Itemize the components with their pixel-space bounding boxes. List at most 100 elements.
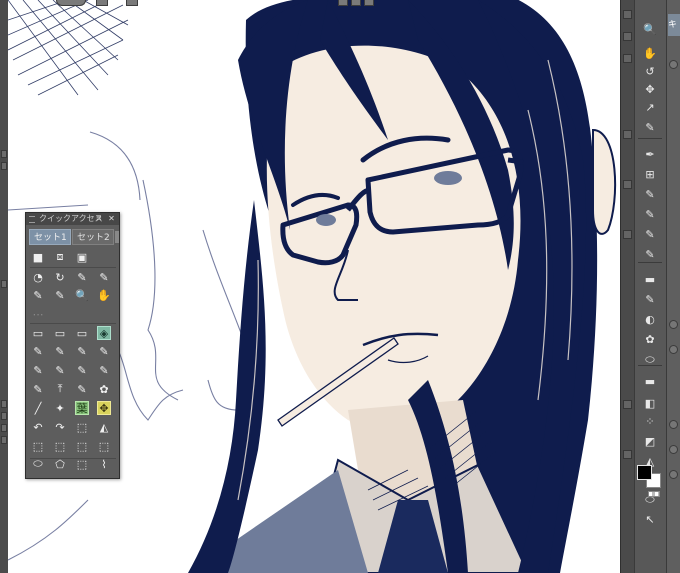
toolbar-button[interactable] xyxy=(338,0,348,6)
quick-access-tool-icon[interactable]: ✋ xyxy=(97,288,111,302)
tool-icon[interactable]: ✎ xyxy=(639,185,661,205)
dock-toggle-icon[interactable] xyxy=(1,150,7,158)
tool-icon[interactable]: ↺ xyxy=(639,62,661,82)
tool-icon[interactable]: ✒ xyxy=(639,145,661,165)
quick-access-tool-icon[interactable]: ⬚ xyxy=(75,457,89,471)
quick-access-tool-icon[interactable]: ✎ xyxy=(97,363,111,377)
quick-access-tool-icon[interactable]: ▭ xyxy=(53,326,67,340)
quick-access-tool-icon[interactable]: ▭ xyxy=(31,326,45,340)
panel-toggle-icon[interactable] xyxy=(669,60,678,69)
quick-access-tool-icon[interactable]: ✥ xyxy=(97,401,111,415)
dock-toggle-icon[interactable] xyxy=(1,436,7,444)
toolbar-button[interactable] xyxy=(56,0,86,6)
dock-toggle-icon[interactable] xyxy=(1,412,7,420)
quick-access-tool-icon[interactable]: ⬚ xyxy=(53,439,67,453)
quick-access-tool-icon[interactable]: ◭ xyxy=(97,420,111,434)
quick-access-tool-icon[interactable]: ✎ xyxy=(75,270,89,284)
quick-access-tool-icon[interactable]: ✎ xyxy=(75,382,89,396)
panel-toggle-icon[interactable] xyxy=(669,470,678,479)
dock-toggle-icon[interactable] xyxy=(1,280,7,288)
dock-toggle-icon[interactable] xyxy=(1,162,7,170)
quick-access-tool-icon[interactable]: 葉 xyxy=(75,401,89,415)
quick-access-tool-icon[interactable]: ↶ xyxy=(31,420,45,434)
panel-toggle-icon[interactable] xyxy=(669,320,678,329)
quick-access-tool-icon[interactable]: ⬭ xyxy=(31,457,45,471)
tool-icon[interactable]: ✎ xyxy=(639,118,661,138)
tool-icon[interactable]: ▬ xyxy=(639,372,661,392)
tool-icon[interactable]: ↗ xyxy=(639,98,661,118)
dock-toggle-icon[interactable] xyxy=(1,424,7,432)
tool-icon[interactable]: ⊞ xyxy=(639,165,661,185)
tab-set-2[interactable]: セット2 xyxy=(72,229,114,245)
quick-access-tool-icon[interactable]: ◔ xyxy=(31,270,45,284)
palette-titlebar[interactable]: クイックアクセス ≡ ✕ xyxy=(26,213,119,225)
toolbar-button[interactable] xyxy=(126,0,138,6)
tool-icon[interactable]: ↖ xyxy=(639,510,661,530)
quick-access-tool-icon[interactable]: ■ xyxy=(31,250,45,264)
close-icon[interactable]: ✕ xyxy=(107,215,116,223)
quick-access-tool-icon[interactable]: ⬚ xyxy=(31,439,45,453)
quick-access-tool-icon[interactable]: ⬠ xyxy=(53,457,67,471)
grip-icon[interactable] xyxy=(29,216,35,223)
quick-access-tool-icon[interactable]: ⌇ xyxy=(97,457,111,471)
quick-access-tool-icon[interactable]: ✎ xyxy=(53,344,67,358)
panel-toggle-icon[interactable] xyxy=(669,445,678,454)
menu-icon[interactable]: ≡ xyxy=(96,215,104,222)
quick-access-tool-icon[interactable]: ⬚ xyxy=(97,439,111,453)
dock-toggle-icon[interactable] xyxy=(623,130,632,139)
quick-access-tool-icon[interactable]: ⬚ xyxy=(75,439,89,453)
tool-icon[interactable]: ✋ xyxy=(639,44,661,64)
tool-icon[interactable]: ✿ xyxy=(639,330,661,350)
transparent-color-swatch[interactable] xyxy=(648,491,660,497)
panel-tab[interactable]: キャ xyxy=(668,14,680,36)
quick-access-tool-icon[interactable]: ↻ xyxy=(53,270,67,284)
tool-icon[interactable]: ▬ xyxy=(639,270,661,290)
tool-icon[interactable]: 🔍 xyxy=(639,20,661,40)
quick-access-tool-icon[interactable]: ▣ xyxy=(75,250,89,264)
tool-icon[interactable]: ✎ xyxy=(639,290,661,310)
tool-icon[interactable]: ✎ xyxy=(639,225,661,245)
quick-access-tool-icon[interactable]: ✎ xyxy=(31,363,45,377)
dock-toggle-icon[interactable] xyxy=(623,54,632,63)
quick-access-tool-icon[interactable]: ✎ xyxy=(97,270,111,284)
tool-icon[interactable]: ⬭ xyxy=(639,350,661,370)
quick-access-palette[interactable]: クイックアクセス ≡ ✕ セット1 セット2 ■ ⧈ ▣ ◔ ↻ ✎ ✎ ✎ ✎ 🔍 ✋ ⋯ ▭ ▭ ▭ ◈ ✎… xyxy=(25,212,120,479)
quick-access-tool-icon[interactable]: ✎ xyxy=(53,363,67,377)
quick-access-tool-icon[interactable]: ✎ xyxy=(75,363,89,377)
tool-icon[interactable]: ◐ xyxy=(639,310,661,330)
tool-icon[interactable]: ⁘ xyxy=(639,412,661,432)
tab-set-1[interactable]: セット1 xyxy=(29,229,71,245)
quick-access-tool-icon[interactable]: ✎ xyxy=(53,288,67,302)
foreground-color-swatch[interactable] xyxy=(637,465,652,480)
dock-toggle-icon[interactable] xyxy=(623,32,632,41)
toolbar-button[interactable] xyxy=(351,0,361,6)
tool-icon[interactable]: ✎ xyxy=(639,205,661,225)
dock-toggle-icon[interactable] xyxy=(1,400,7,408)
quick-access-tool-icon[interactable]: ⧈ xyxy=(53,250,67,264)
quick-access-tool-icon[interactable]: ⤒ xyxy=(53,382,67,396)
quick-access-tool-icon[interactable]: ✎ xyxy=(31,382,45,396)
dock-toggle-icon[interactable] xyxy=(623,400,632,409)
quick-access-tool-icon[interactable]: ↷ xyxy=(53,420,67,434)
quick-access-tool-icon[interactable]: ✎ xyxy=(31,288,45,302)
panel-toggle-icon[interactable] xyxy=(669,345,678,354)
quick-access-tool-icon[interactable]: 🔍 xyxy=(75,288,89,302)
panel-toggle-icon[interactable] xyxy=(669,420,678,429)
quick-access-tool-icon[interactable]: ✎ xyxy=(31,344,45,358)
tool-icon[interactable]: ◩ xyxy=(639,432,661,452)
tool-icon[interactable]: ✥ xyxy=(639,80,661,100)
toolbar-button[interactable] xyxy=(96,0,108,6)
dock-toggle-icon[interactable] xyxy=(623,230,632,239)
tab-scroll-icon[interactable] xyxy=(115,231,119,243)
quick-access-tool-icon[interactable]: ✿ xyxy=(97,382,111,396)
dock-toggle-icon[interactable] xyxy=(623,180,632,189)
quick-access-tool-icon[interactable]: ◈ xyxy=(97,326,111,340)
tool-icon[interactable]: ◧ xyxy=(639,394,661,414)
quick-access-tool-icon[interactable]: ✦ xyxy=(53,401,67,415)
dock-toggle-icon[interactable] xyxy=(623,10,632,19)
quick-access-tool-icon[interactable]: ⋯ xyxy=(31,307,45,321)
quick-access-tool-icon[interactable]: ✎ xyxy=(97,344,111,358)
quick-access-tool-icon[interactable]: ╱ xyxy=(31,401,45,415)
quick-access-tool-icon[interactable]: ⬚ xyxy=(75,420,89,434)
quick-access-tool-icon[interactable]: ✎ xyxy=(75,344,89,358)
